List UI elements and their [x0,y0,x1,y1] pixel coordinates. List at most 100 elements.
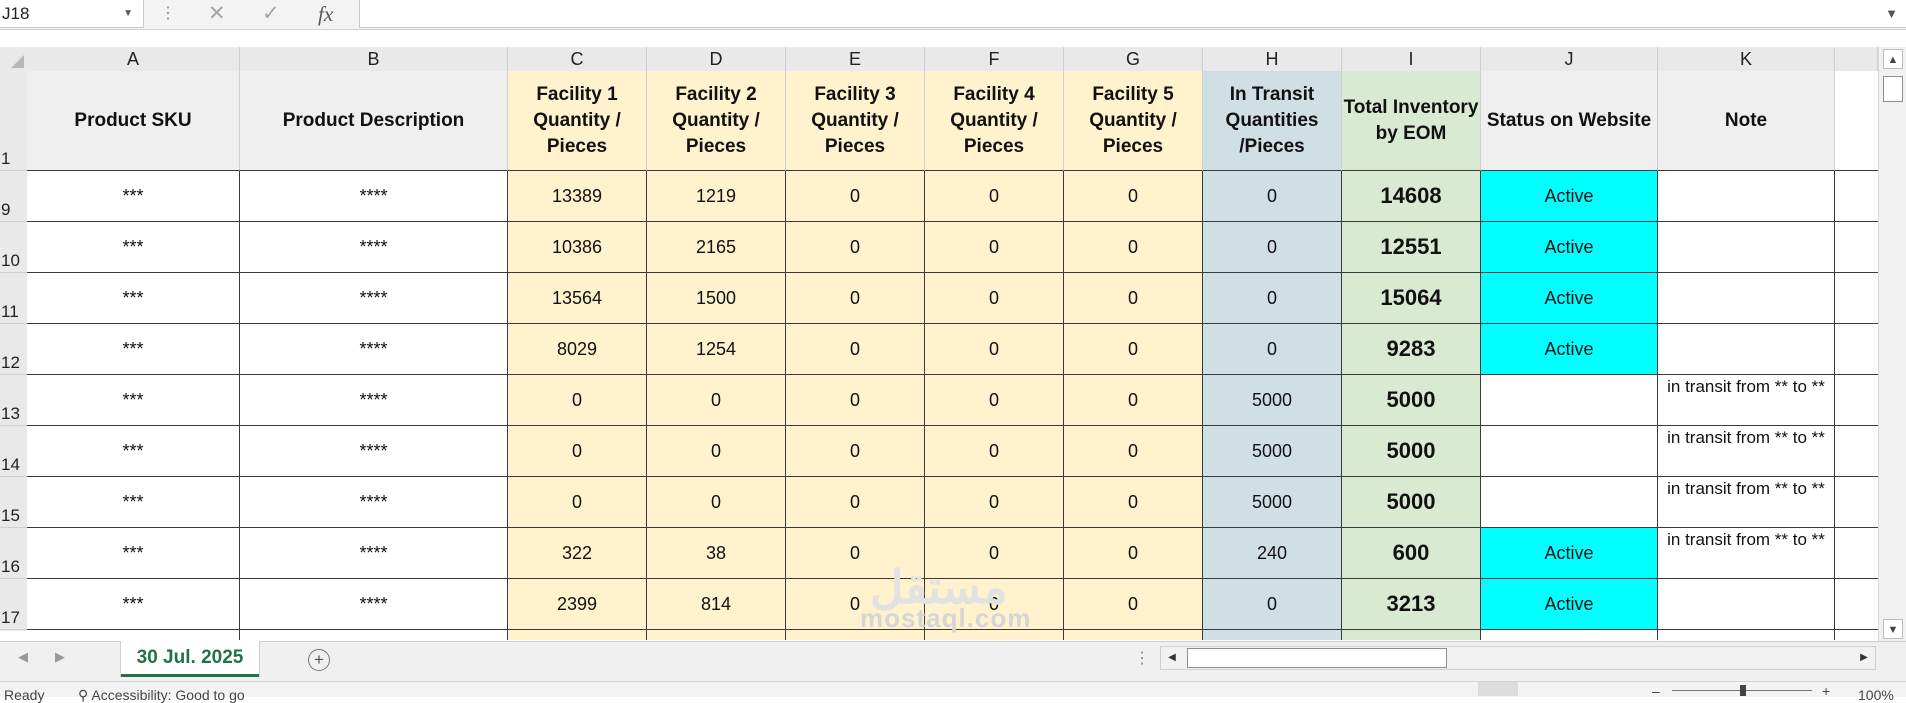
column-header-f[interactable]: F [925,47,1064,71]
cell-description[interactable]: **** [240,273,508,324]
cell-in-transit-qty[interactable]: 0 [1203,222,1342,273]
cell-facility-2-qty[interactable]: 1500 [647,273,786,324]
cell-sku[interactable]: *** [27,273,240,324]
row-header-9[interactable]: 9 [0,171,27,222]
cell-facility-2-qty[interactable]: 1254 [647,324,786,375]
scroll-right-icon[interactable]: ▶ [1855,649,1873,667]
cell-description[interactable]: **** [240,324,508,375]
cell-facility-2-qty[interactable]: 814 [647,579,786,630]
row-header-13[interactable]: 13 [0,375,27,426]
cell-facility-3-qty[interactable]: 0 [786,426,925,477]
zoom-slider-knob[interactable] [1740,685,1746,696]
column-header-j[interactable]: J [1481,47,1658,71]
insert-function-icon[interactable]: fx [318,0,333,28]
header-cell-facility-5-qty[interactable]: Facility 5 Quantity / Pieces [1064,71,1203,171]
cell-sku[interactable]: *** [27,222,240,273]
cell-facility-5-qty[interactable]: 0 [1064,477,1203,528]
cell-description[interactable]: **** [240,477,508,528]
cell-status[interactable]: Active [1481,222,1658,273]
cell-facility-5-qty[interactable]: 0 [1064,171,1203,222]
cell-facility-2-qty[interactable]: 0 [647,426,786,477]
row-header-11[interactable]: 11 [0,273,27,324]
column-header-g[interactable]: G [1064,47,1203,71]
cell-in-transit-qty[interactable]: 0 [1203,579,1342,630]
cell-sku[interactable]: *** [27,579,240,630]
cell-sku[interactable]: *** [27,477,240,528]
cell-facility-5-qty[interactable]: 0 [1064,324,1203,375]
cell-facility-2-qty[interactable]: 2165 [647,222,786,273]
add-sheet-icon[interactable]: + [308,649,330,671]
row-header-1[interactable]: 1 [0,71,27,171]
cell-facility-1-qty[interactable]: 13564 [508,273,647,324]
cell-status[interactable]: Active [1481,171,1658,222]
cell-description[interactable]: **** [240,375,508,426]
cell-facility-3-qty[interactable]: 0 [786,171,925,222]
blank-cell[interactable] [1835,528,1878,579]
column-header-b[interactable]: B [240,47,508,71]
vertical-scrollbar[interactable]: ▲ ▼ [1878,47,1906,641]
cell-total-inventory[interactable]: 12551 [1342,222,1481,273]
cell-description[interactable]: **** [240,171,508,222]
cell-facility-2-qty[interactable]: 1219 [647,171,786,222]
header-cell-facility-1-qty[interactable]: Facility 1 Quantity / Pieces [508,71,647,171]
cell-in-transit-qty[interactable]: 5000 [1203,426,1342,477]
cell-facility-1-qty[interactable]: 2399 [508,579,647,630]
blank-cell[interactable] [1835,273,1878,324]
formula-bar-grip-icon[interactable]: ⋮ [160,2,176,26]
name-box-dropdown-icon[interactable]: ▼ [123,0,133,28]
cell-note[interactable]: in transit from ** to ** [1658,477,1835,528]
previous-sheet-icon[interactable]: ◀ [18,649,28,665]
tab-split-grip-icon[interactable]: ⋮ [1134,648,1150,668]
cell-partial[interactable] [1203,630,1342,640]
cell-facility-1-qty[interactable]: 0 [508,477,647,528]
expand-formula-bar-icon[interactable]: ▼ [1885,0,1898,28]
cell-partial[interactable] [1064,630,1203,640]
cell-partial[interactable] [1481,630,1658,640]
cell-facility-3-qty[interactable]: 0 [786,375,925,426]
cell-total-inventory[interactable]: 600 [1342,528,1481,579]
cell-in-transit-qty[interactable]: 5000 [1203,477,1342,528]
cell-in-transit-qty[interactable]: 240 [1203,528,1342,579]
normal-view-button[interactable] [1478,682,1518,696]
cell-total-inventory[interactable]: 5000 [1342,375,1481,426]
cell-status[interactable] [1481,426,1658,477]
header-cell-status[interactable]: Status on Website [1481,71,1658,171]
column-header-k[interactable]: K [1658,47,1835,71]
blank-cell[interactable] [1835,71,1878,171]
enter-icon[interactable]: ✓ [262,0,280,28]
blank-cell[interactable] [1835,375,1878,426]
accessibility-status[interactable]: ⚲ Accessibility: Good to go [78,688,245,702]
select-all-button[interactable] [0,47,27,71]
row-header-12[interactable]: 12 [0,324,27,375]
cell-in-transit-qty[interactable]: 0 [1203,273,1342,324]
cell-partial[interactable] [508,630,647,640]
cell-total-inventory[interactable]: 5000 [1342,426,1481,477]
cell-facility-3-qty[interactable]: 0 [786,477,925,528]
header-cell-in-transit-qty[interactable]: In Transit Quantities /Pieces [1203,71,1342,171]
row-header-14[interactable]: 14 [0,426,27,477]
cell-description[interactable]: **** [240,528,508,579]
blank-cell[interactable] [1835,171,1878,222]
header-cell-sku[interactable]: Product SKU [27,71,240,171]
column-header-a[interactable]: A [27,47,240,71]
row-header-15[interactable]: 15 [0,477,27,528]
scroll-down-icon[interactable]: ▼ [1883,619,1903,639]
cell-facility-5-qty[interactable]: 0 [1064,528,1203,579]
cell-facility-1-qty[interactable]: 10386 [508,222,647,273]
cell-facility-5-qty[interactable]: 0 [1064,273,1203,324]
cell-sku[interactable]: *** [27,375,240,426]
horizontal-scroll-thumb[interactable] [1187,648,1447,668]
zoom-level[interactable]: 100% [1858,688,1894,702]
cell-facility-4-qty[interactable]: 0 [925,375,1064,426]
cell-description[interactable]: **** [240,579,508,630]
column-header-i[interactable]: I [1342,47,1481,71]
cell-facility-2-qty[interactable]: 0 [647,477,786,528]
cell-sku[interactable]: *** [27,528,240,579]
header-cell-total-inventory[interactable]: Total Inventory by EOM [1342,71,1481,171]
blank-cell[interactable] [1835,324,1878,375]
cell-sku[interactable]: *** [27,426,240,477]
cell-facility-2-qty[interactable]: 38 [647,528,786,579]
column-header-c[interactable]: C [508,47,647,71]
cell-status[interactable] [1481,477,1658,528]
cancel-icon[interactable]: ✕ [208,0,226,28]
